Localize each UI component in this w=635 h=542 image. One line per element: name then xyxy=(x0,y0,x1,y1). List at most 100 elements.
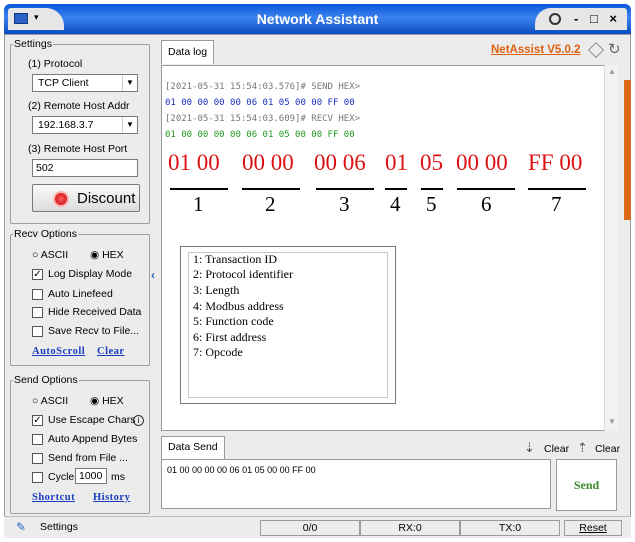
auto-append-checkbox[interactable] xyxy=(32,434,43,445)
chevron-left-icon[interactable]: ‹ xyxy=(151,268,155,282)
protocol-select[interactable]: TCP Client ▼ xyxy=(32,74,138,92)
send-from-file-checkbox[interactable] xyxy=(32,453,43,464)
field-legend-box: 1: Transaction ID 2: Protocol identifier… xyxy=(180,246,396,404)
clear-arrow-down-icon[interactable]: ⇣ xyxy=(524,440,535,456)
field-number-2: 2 xyxy=(265,192,276,216)
chevron-down-icon[interactable]: ▼ xyxy=(122,117,137,133)
send-ascii-radio[interactable]: ○ ASCII xyxy=(32,395,68,407)
info-icon[interactable]: i xyxy=(133,415,144,426)
send-clear-button-1[interactable]: Clear xyxy=(544,443,569,455)
status-rx: RX:0 xyxy=(360,520,460,536)
autoscroll-link[interactable]: AutoScroll xyxy=(32,346,85,357)
status-count: 0/0 xyxy=(260,520,360,536)
side-accent-strip xyxy=(624,80,631,220)
send-options-legend: Send Options xyxy=(14,374,78,386)
chevron-down-icon[interactable]: ▼ xyxy=(122,75,137,91)
legend-item-6: 6: First address xyxy=(193,330,267,344)
legend-item-4: 4: Modbus address xyxy=(193,299,284,313)
recv-hex-label: HEX xyxy=(102,249,124,261)
recv-options-legend: Recv Options xyxy=(14,228,78,240)
scroll-down-icon[interactable]: ▼ xyxy=(608,417,616,426)
escape-chars-label: Use Escape Chars xyxy=(48,414,136,426)
hide-received-checkbox[interactable] xyxy=(32,307,43,318)
title-bar: ▾ Network Assistant - □ × xyxy=(4,4,631,34)
cycle-label: Cycle xyxy=(48,471,75,483)
escape-chars-checkbox[interactable]: ✓ xyxy=(32,415,43,426)
log-line-send-timestamp: [2021-05-31 15:54:03.576]# SEND HEX> xyxy=(165,82,361,92)
cycle-interval-input[interactable]: 1000 xyxy=(75,468,107,484)
hex-group-1: 01 00 xyxy=(168,150,220,175)
log-display-checkbox[interactable]: ✓ xyxy=(32,269,43,280)
field-number-7: 7 xyxy=(551,192,562,216)
disconnect-button[interactable]: Discount xyxy=(32,184,140,212)
shortcut-link[interactable]: Shortcut xyxy=(32,492,75,503)
cycle-ms-label: ms xyxy=(111,471,125,483)
auto-linefeed-label: Auto Linefeed xyxy=(48,288,113,300)
save-recv-checkbox[interactable] xyxy=(32,326,43,337)
log-scrollbar[interactable]: ▲ ▼ xyxy=(604,65,618,431)
hex-group-7: FF 00 xyxy=(528,150,583,175)
underline-5 xyxy=(421,188,443,190)
reset-button[interactable]: Reset xyxy=(564,520,622,536)
tab-data-log[interactable]: Data log xyxy=(161,40,215,64)
field-number-5: 5 xyxy=(426,192,437,216)
legend-item-2: 2: Protocol identifier xyxy=(193,267,293,281)
legend-item-7: 7: Opcode xyxy=(193,345,243,359)
history-link[interactable]: History xyxy=(93,492,130,503)
clear-arrow-up-icon[interactable]: ⇡ xyxy=(577,440,588,456)
cycle-checkbox[interactable] xyxy=(32,472,43,483)
field-number-1: 1 xyxy=(193,192,204,216)
field-number-6: 6 xyxy=(481,192,492,216)
hide-received-label: Hide Received Data xyxy=(48,306,142,318)
underline-2 xyxy=(242,188,300,190)
field-number-4: 4 xyxy=(390,192,401,216)
hex-group-2: 00 00 xyxy=(242,150,294,175)
settings-icon[interactable]: ✎ xyxy=(16,520,26,534)
hex-group-6: 00 00 xyxy=(456,150,508,175)
send-hex-radio[interactable]: ◉ HEX xyxy=(90,395,124,407)
refresh-icon[interactable]: ↻ xyxy=(608,40,621,58)
underline-6 xyxy=(457,188,515,190)
host-value: 192.168.3.7 xyxy=(38,119,94,131)
status-settings-label[interactable]: Settings xyxy=(40,521,78,533)
window-controls[interactable]: - □ × xyxy=(535,8,627,30)
legend-item-1: 1: Transaction ID xyxy=(193,252,277,266)
port-input[interactable]: 502 xyxy=(32,159,138,177)
port-label: (3) Remote Host Port xyxy=(28,143,128,155)
pin-icon[interactable] xyxy=(549,13,561,25)
panel-splitter[interactable]: ‹ xyxy=(151,240,157,320)
host-label: (2) Remote Host Addr xyxy=(28,100,130,112)
log-line-send-data: 01 00 00 00 00 06 01 05 00 00 FF 00 xyxy=(165,98,355,108)
send-text-area[interactable]: 01 00 00 00 00 06 01 05 00 00 FF 00 xyxy=(161,459,551,509)
hex-group-4: 01 xyxy=(385,150,408,175)
legend-item-5: 5: Function code xyxy=(193,314,274,328)
recv-clear-link[interactable]: Clear xyxy=(97,346,125,357)
recv-ascii-label: ASCII xyxy=(40,249,69,261)
recv-hex-radio[interactable]: ◉ HEX xyxy=(90,249,124,261)
protocol-label: (1) Protocol xyxy=(28,58,83,70)
save-recv-label: Save Recv to File... xyxy=(48,325,140,337)
send-clear-button-2[interactable]: Clear xyxy=(595,443,620,455)
protocol-value: TCP Client xyxy=(38,77,89,89)
underline-3 xyxy=(316,188,374,190)
send-from-file-label: Send from File ... xyxy=(48,452,128,464)
settings-legend: Settings xyxy=(14,38,52,50)
log-line-recv-timestamp: [2021-05-31 15:54:03.609]# RECV HEX> xyxy=(165,114,361,124)
recv-ascii-radio[interactable]: ○ ASCII xyxy=(32,249,68,261)
underline-1 xyxy=(170,188,228,190)
status-bar: ✎ Settings 0/0 RX:0 TX:0 Reset xyxy=(4,516,631,538)
send-ascii-label: ASCII xyxy=(40,395,69,407)
send-hex-label: HEX xyxy=(102,395,124,407)
tab-data-send[interactable]: Data Send xyxy=(161,436,225,459)
scroll-up-icon[interactable]: ▲ xyxy=(608,67,616,76)
hex-group-5: 05 xyxy=(420,150,443,175)
auto-linefeed-checkbox[interactable] xyxy=(32,289,43,300)
log-line-recv-data: 01 00 00 00 00 06 01 05 00 00 FF 00 xyxy=(165,130,355,140)
window-controls-text[interactable]: - □ × xyxy=(574,11,621,26)
status-tx: TX:0 xyxy=(460,520,560,536)
field-number-3: 3 xyxy=(339,192,350,216)
send-button[interactable]: Send xyxy=(556,459,617,511)
version-label[interactable]: NetAssist V5.0.2 xyxy=(491,44,581,56)
log-display-label: Log Display Mode xyxy=(48,268,133,280)
host-select[interactable]: 192.168.3.7 ▼ xyxy=(32,116,138,134)
